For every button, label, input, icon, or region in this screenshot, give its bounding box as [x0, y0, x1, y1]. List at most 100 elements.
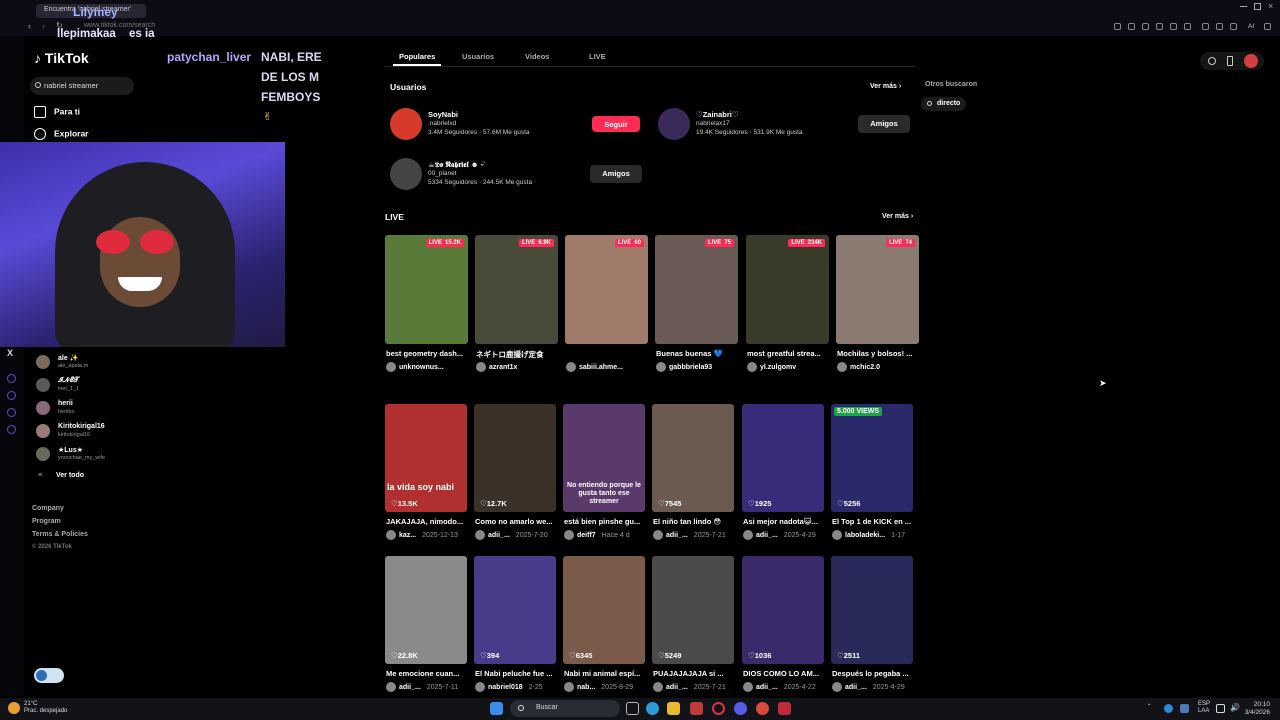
live-thumbnail[interactable]: LIVE 6.9K: [475, 235, 558, 344]
video-card[interactable]: 5249 PUAJAJAJAJA si ... adii_... 2025-7-21: [652, 556, 736, 698]
download-icon[interactable]: [1230, 23, 1237, 30]
video-thumbnail[interactable]: 1925: [742, 404, 824, 512]
live-thumbnail[interactable]: LIVE 60: [565, 235, 648, 344]
video-thumbnail[interactable]: 7545: [652, 404, 734, 512]
play-icon[interactable]: [1170, 23, 1177, 30]
video-username[interactable]: nab...: [577, 684, 595, 691]
network-icon[interactable]: [1216, 704, 1225, 713]
taskbar-clock[interactable]: 20:10 3/4/2026: [1245, 701, 1270, 717]
nav-para-ti[interactable]: Para ti: [34, 106, 80, 118]
sidebar-app-icon[interactable]: [7, 374, 16, 383]
footer-company[interactable]: Company: [32, 505, 64, 512]
video-username[interactable]: adii_...: [488, 532, 510, 539]
video-card[interactable]: 13.5K la vida soy nabi JAKAJAJA, nimodo...…: [385, 404, 469, 546]
video-card[interactable]: 7545 El niño tan lindo 😳 adii_... 2025-7-21: [652, 404, 736, 546]
video-card[interactable]: 6345 Nabi mi animal espí... nab... 2025-8-2…: [563, 556, 647, 698]
weather-widget[interactable]: 21°C Prac. despejado: [24, 701, 67, 715]
windows-start-icon[interactable]: [490, 702, 503, 715]
tab-live[interactable]: LIVE: [589, 52, 606, 61]
video-card[interactable]: 1036 DIOS COMO LO AM... adii_... 2025-4-22: [742, 556, 826, 698]
video-username[interactable]: adii_...: [845, 684, 867, 691]
video-username[interactable]: adii_...: [666, 532, 688, 539]
live-card[interactable]: LIVE 75 Buenas buenas 💙 gabbbriela93: [655, 235, 739, 375]
weather-icon[interactable]: [8, 702, 20, 714]
close-icon[interactable]: ×: [1268, 1, 1273, 11]
video-thumbnail[interactable]: 6345: [563, 556, 645, 664]
toggle-switch[interactable]: [34, 668, 64, 683]
x-icon[interactable]: X: [7, 348, 16, 358]
live-username[interactable]: azrant1x: [489, 364, 517, 371]
extension-icon[interactable]: [1142, 23, 1149, 30]
live-card[interactable]: LIVE 15.2K best geometry dash... unknownus.…: [385, 235, 469, 375]
maximize-icon[interactable]: [1254, 3, 1261, 10]
coins-icon[interactable]: [1208, 57, 1216, 65]
live-see-more[interactable]: Ver más ›: [882, 213, 913, 220]
video-username[interactable]: adii_...: [756, 532, 778, 539]
video-thumbnail[interactable]: 12.7K: [474, 404, 556, 512]
extension-icon[interactable]: [1114, 23, 1121, 30]
live-thumbnail[interactable]: LIVE 74: [836, 235, 919, 344]
app-icon[interactable]: [690, 702, 703, 715]
video-card[interactable]: 1925 Asi mejor nadota😺... adii_... 2025-4-2…: [742, 404, 826, 546]
gear-icon[interactable]: [7, 425, 16, 434]
video-thumbnail[interactable]: 2511: [831, 556, 913, 664]
video-thumbnail[interactable]: 13.5K la vida soy nabi: [385, 404, 467, 512]
language-indicator[interactable]: ESP LAA: [1198, 701, 1210, 715]
friends-button[interactable]: Amigos: [590, 165, 642, 183]
users-see-more[interactable]: Ver más ›: [870, 83, 901, 90]
chrome-icon[interactable]: [756, 702, 769, 715]
tab-usuarios[interactable]: Usuarios: [462, 52, 494, 61]
opera-icon[interactable]: [712, 702, 725, 715]
sidebar-app-icon[interactable]: [7, 408, 16, 417]
gear-icon[interactable]: [1216, 23, 1223, 30]
tiktok-logo[interactable]: ♪ TikTok: [34, 50, 89, 66]
file-explorer-icon[interactable]: [667, 702, 680, 715]
live-card[interactable]: LIVE 234K most greatful strea... yl.zulgomv: [746, 235, 830, 375]
taskbar-search[interactable]: Buscar: [510, 700, 620, 717]
video-card[interactable]: No entiendo porque le gusta tanto ese st…: [563, 404, 647, 546]
nav-explorar[interactable]: Explorar: [34, 128, 89, 140]
follow-button[interactable]: Seguir: [592, 116, 640, 132]
phone-icon[interactable]: [1227, 56, 1233, 66]
heart-icon[interactable]: [1184, 23, 1191, 30]
footer-terms[interactable]: Terms & Policies: [32, 531, 88, 538]
video-card[interactable]: 5256 5.000 VIEWS El Top 1 de KICK en ... la…: [831, 404, 915, 546]
tab-populares[interactable]: Populares: [399, 52, 435, 61]
chat-icon[interactable]: [1202, 23, 1209, 30]
tray-icon[interactable]: [1164, 704, 1173, 713]
video-username[interactable]: adii_...: [756, 684, 778, 691]
video-thumbnail[interactable]: 5249: [652, 556, 734, 664]
video-card[interactable]: 22.8K Me emocione cuan... adii_... 2025-7-1…: [385, 556, 469, 698]
back-icon[interactable]: ‹: [28, 21, 31, 31]
obs-icon[interactable]: [778, 702, 791, 715]
live-username[interactable]: mchic2.0: [850, 364, 880, 371]
video-username[interactable]: adii_...: [666, 684, 688, 691]
tray-chevron-icon[interactable]: ˆ: [1148, 703, 1151, 712]
video-thumbnail[interactable]: 5256 5.000 VIEWS: [831, 404, 913, 512]
live-username[interactable]: sabiii.ahme...: [579, 364, 623, 371]
video-username[interactable]: laboladeki...: [845, 532, 885, 539]
menu-icon[interactable]: [1264, 23, 1271, 30]
live-username[interactable]: yl.zulgomv: [760, 364, 796, 371]
footer-program[interactable]: Program: [32, 518, 61, 525]
live-thumbnail[interactable]: LIVE 15.2K: [385, 235, 468, 344]
extension-icon[interactable]: [1128, 23, 1135, 30]
video-thumbnail[interactable]: 394: [474, 556, 556, 664]
live-card[interactable]: LIVE 6.9K ネギトロ鹿撮げ定食 azrant1x: [475, 235, 559, 375]
ai-label[interactable]: AI: [1248, 23, 1254, 30]
video-username[interactable]: kaz...: [399, 532, 416, 539]
forward-icon[interactable]: ›: [42, 21, 45, 31]
live-username[interactable]: unknownus...: [399, 364, 444, 371]
live-thumbnail[interactable]: LIVE 75: [655, 235, 738, 344]
video-thumbnail[interactable]: No entiendo porque le gusta tanto ese st…: [563, 404, 645, 512]
live-card[interactable]: LIVE 74 Mochilas y bolsos! ... mchic2.0: [836, 235, 920, 375]
edge-icon[interactable]: [646, 702, 659, 715]
video-card[interactable]: 12.7K Como no amarlo we... adii_... 2025-7-…: [474, 404, 558, 546]
video-thumbnail[interactable]: 22.8K: [385, 556, 467, 664]
live-username[interactable]: gabbbriela93: [669, 364, 712, 371]
profile-avatar[interactable]: [1244, 54, 1258, 68]
live-thumbnail[interactable]: LIVE 234K: [746, 235, 829, 344]
video-thumbnail[interactable]: 1036: [742, 556, 824, 664]
video-username[interactable]: deiff7: [577, 532, 596, 539]
volume-icon[interactable]: 🔊: [1230, 703, 1240, 712]
